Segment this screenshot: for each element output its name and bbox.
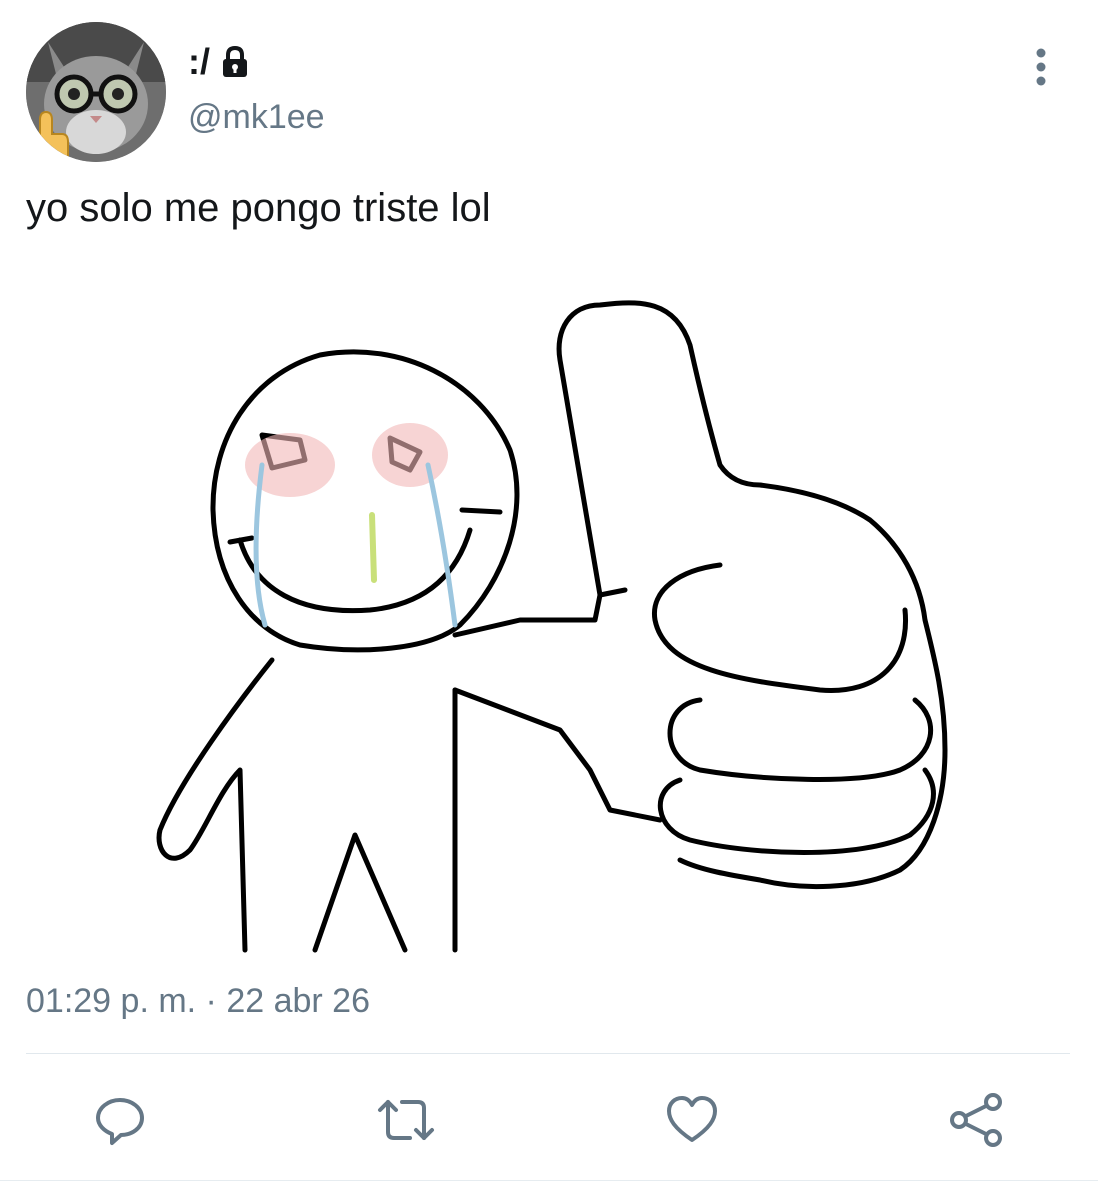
user-handle[interactable]: @mk1ee — [188, 98, 325, 137]
cat-avatar-image — [26, 22, 166, 162]
share-icon — [950, 1093, 1002, 1147]
tweet-image[interactable] — [120, 280, 980, 960]
tweet-timestamp[interactable]: 01:29 p. m. · 22 abr 26 — [26, 982, 370, 1021]
more-vertical-icon — [1036, 48, 1046, 86]
more-options-button[interactable] — [1018, 42, 1064, 92]
avatar[interactable] — [26, 22, 166, 162]
tweet-date: 22 abr 26 — [226, 982, 370, 1020]
heart-icon — [667, 1096, 717, 1142]
lock-icon — [218, 45, 252, 79]
tweet-action-bar — [0, 1088, 1098, 1152]
tweet-time: 01:29 p. m. — [26, 982, 197, 1020]
retweet-button[interactable] — [374, 1088, 438, 1152]
meta-separator: · — [196, 982, 227, 1020]
retweet-icon — [378, 1100, 434, 1140]
reply-button[interactable] — [88, 1088, 152, 1152]
reply-icon — [96, 1098, 144, 1145]
divider — [26, 1053, 1070, 1054]
crying-thumbs-up-drawing — [156, 300, 948, 953]
like-button[interactable] — [660, 1088, 724, 1152]
share-button[interactable] — [944, 1088, 1008, 1152]
bottom-divider — [0, 1180, 1098, 1181]
display-name-row[interactable]: :/ — [188, 38, 252, 86]
display-name[interactable]: :/ — [188, 41, 210, 83]
tweet-text: yo solo me pongo triste lol — [26, 186, 491, 230]
